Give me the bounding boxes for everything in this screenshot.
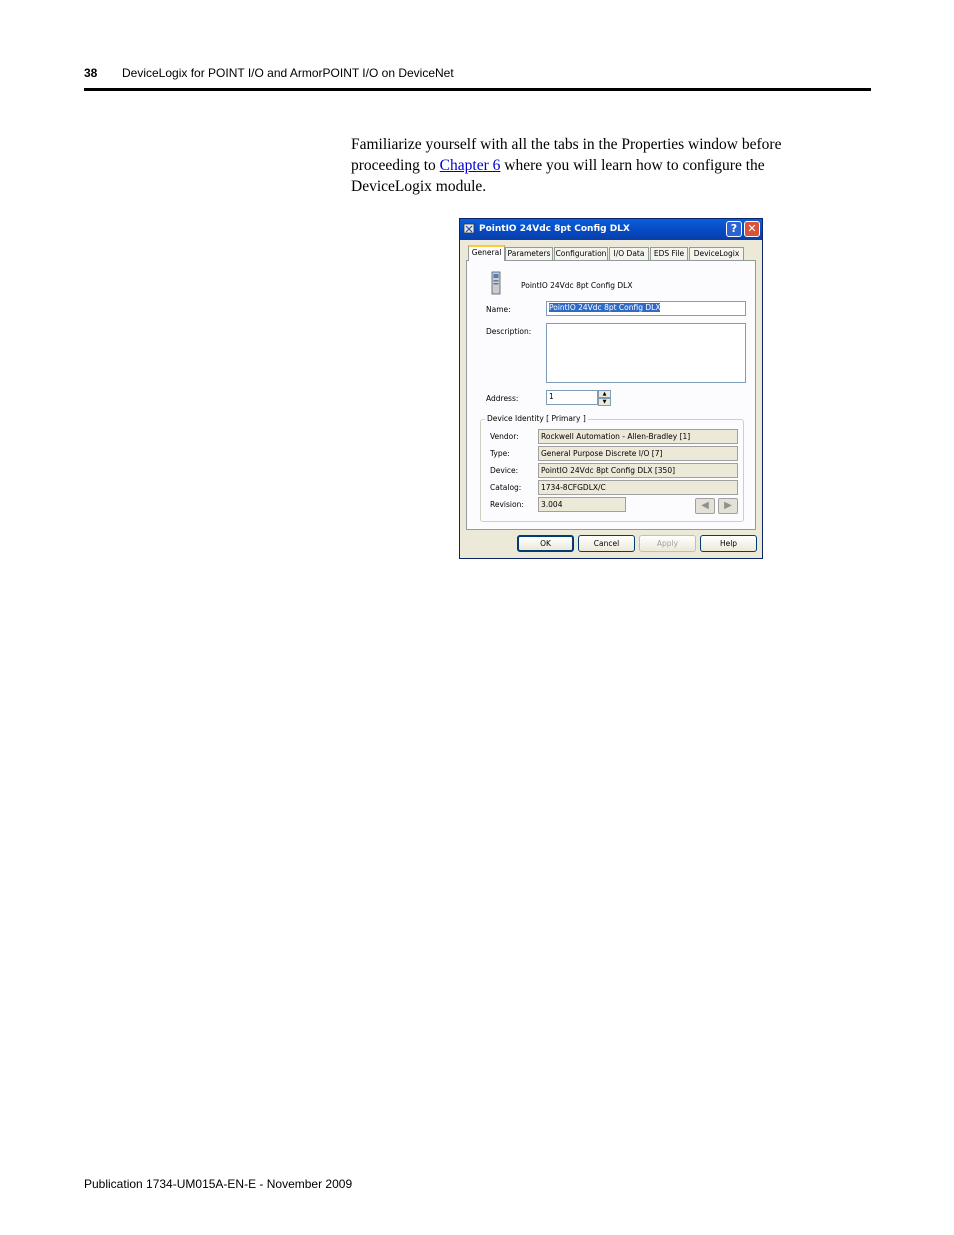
catalog-label: Catalog: <box>490 483 522 492</box>
device-value: PointIO 24Vdc 8pt Config DLX [350] <box>538 463 738 478</box>
page-number: 38 <box>84 66 98 80</box>
address-spin-up[interactable]: ▲ <box>598 390 611 398</box>
properties-icon <box>463 223 475 234</box>
tab-devicelogix[interactable]: DeviceLogix <box>689 247 744 260</box>
vendor-label: Vendor: <box>490 432 519 441</box>
body-paragraph: Familiarize yourself with all the tabs i… <box>351 134 821 197</box>
address-label: Address: <box>486 394 519 403</box>
description-label: Description: <box>486 327 532 336</box>
description-input[interactable] <box>546 323 746 383</box>
dialog-title: PointIO 24Vdc 8pt Config DLX <box>479 224 630 234</box>
name-input[interactable]: PointIO 24Vdc 8pt Config DLX <box>546 301 746 316</box>
apply-button[interactable]: Apply <box>639 535 696 552</box>
help-title-button[interactable]: ? <box>726 221 742 237</box>
running-title: DeviceLogix for POINT I/O and ArmorPOINT… <box>122 66 454 80</box>
catalog-value: 1734-8CFGDLX/C <box>538 480 738 495</box>
device-caption: PointIO 24Vdc 8pt Config DLX <box>521 281 633 290</box>
name-label: Name: <box>486 305 511 314</box>
device-identity-group: Device Identity [ Primary ] Vendor: Rock… <box>480 414 744 522</box>
address-input[interactable]: 1 <box>546 390 598 405</box>
header-rule <box>84 88 871 91</box>
dialog-titlebar[interactable]: PointIO 24Vdc 8pt Config DLX ? ✕ <box>460 219 762 240</box>
tab-configuration[interactable]: Configuration <box>554 247 608 260</box>
tab-eds-file[interactable]: EDS File <box>650 247 688 260</box>
help-button[interactable]: Help <box>700 535 757 552</box>
device-label: Device: <box>490 466 519 475</box>
address-spin-down[interactable]: ▼ <box>598 398 611 406</box>
type-label: Type: <box>490 449 510 458</box>
revision-value: 3.004 <box>538 497 626 512</box>
name-input-value: PointIO 24Vdc 8pt Config DLX <box>549 303 661 312</box>
module-icon <box>491 271 501 295</box>
general-panel: PointIO 24Vdc 8pt Config DLX Name: Point… <box>466 260 756 530</box>
ok-button[interactable]: OK <box>517 535 574 552</box>
properties-dialog: PointIO 24Vdc 8pt Config DLX ? ✕ General… <box>459 218 763 559</box>
close-button[interactable]: ✕ <box>744 221 760 237</box>
tab-parameters[interactable]: Parameters <box>505 247 553 260</box>
revision-label: Revision: <box>490 500 524 509</box>
arrow-left-icon[interactable]: ◀ <box>695 498 715 514</box>
tab-general[interactable]: General <box>468 245 505 261</box>
publication-footer: Publication 1734-UM015A-EN-E - November … <box>84 1177 353 1191</box>
device-identity-legend: Device Identity [ Primary ] <box>485 414 588 423</box>
cancel-button[interactable]: Cancel <box>578 535 635 552</box>
tab-io-data[interactable]: I/O Data <box>609 247 649 260</box>
type-value: General Purpose Discrete I/O [7] <box>538 446 738 461</box>
vendor-value: Rockwell Automation - Allen-Bradley [1] <box>538 429 738 444</box>
chapter-link[interactable]: Chapter 6 <box>440 157 501 174</box>
arrow-right-icon[interactable]: ▶ <box>718 498 738 514</box>
